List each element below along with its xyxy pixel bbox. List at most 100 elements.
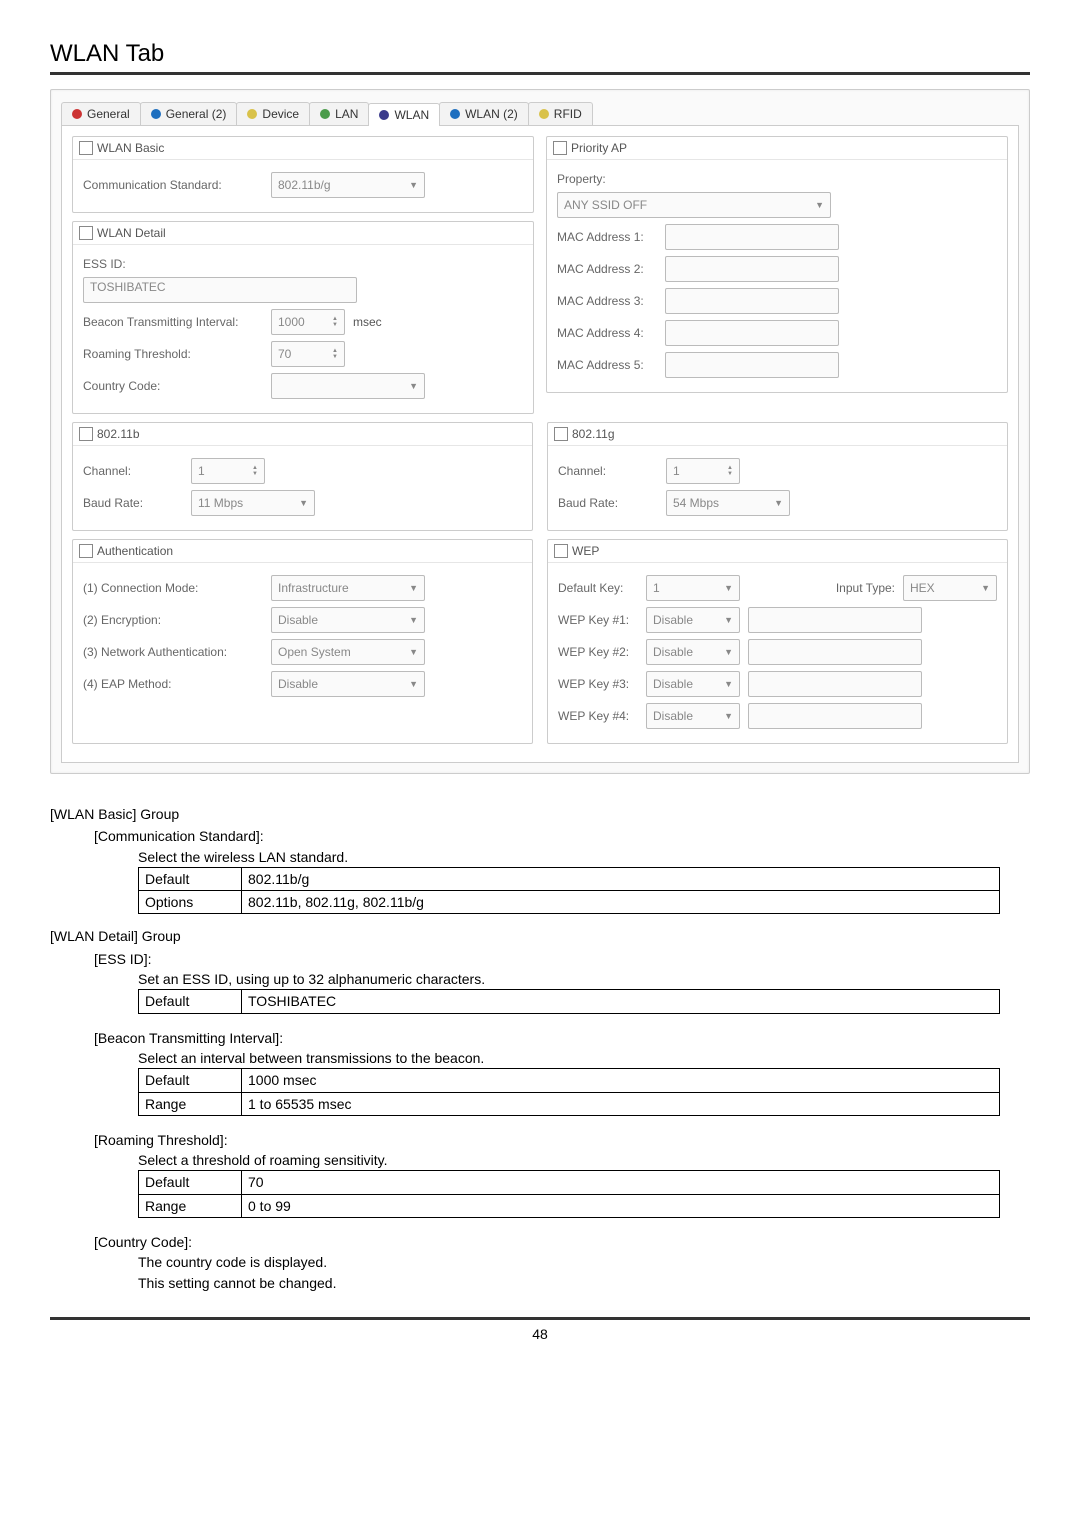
comm-standard-select[interactable]: 802.11b/g ▼ [271, 172, 425, 198]
wep-key3-input[interactable] [748, 671, 922, 697]
spinner-value: 70 [278, 347, 291, 361]
b-channel-spinner[interactable]: 1 ▲▼ [191, 458, 265, 484]
input-type-select[interactable]: HEX ▼ [903, 575, 997, 601]
wep-key1-input[interactable] [748, 607, 922, 633]
select-value: HEX [910, 581, 935, 595]
select-value: 802.11b/g [278, 178, 331, 192]
tab-general[interactable]: General [61, 102, 141, 125]
beacon-spinner[interactable]: 1000 ▲▼ [271, 309, 345, 335]
encryption-label: (2) Encryption: [83, 613, 263, 627]
group-header-label: 802.11g [572, 427, 615, 441]
table-cell-label: Default [139, 990, 242, 1013]
tab-device[interactable]: Device [236, 102, 310, 125]
b-baud-select[interactable]: 11 Mbps ▼ [191, 490, 315, 516]
caret-icon: ▼ [409, 583, 418, 593]
wep-key2-label: WEP Key #2: [558, 645, 638, 659]
spinner-buttons-icon: ▲▼ [252, 465, 258, 477]
wep-key3-select[interactable]: Disable ▼ [646, 671, 740, 697]
mac5-input[interactable] [665, 352, 839, 378]
net-auth-select[interactable]: Open System ▼ [271, 639, 425, 665]
mac4-label: MAC Address 4: [557, 326, 657, 340]
table-cell-value: 1000 msec [242, 1069, 1000, 1092]
input-value: TOSHIBATEC [90, 280, 166, 294]
checkbox-priority-ap[interactable] [553, 141, 567, 155]
dot-icon [450, 109, 460, 119]
dot-icon [151, 109, 161, 119]
tab-label: RFID [554, 107, 582, 121]
tab-wlan[interactable]: WLAN [368, 103, 440, 126]
wep-key1-select[interactable]: Disable ▼ [646, 607, 740, 633]
page-footer: 48 [50, 1317, 1030, 1342]
mac2-input[interactable] [665, 256, 839, 282]
dot-icon [320, 109, 330, 119]
beacon-unit: msec [353, 315, 382, 329]
caret-icon: ▼ [409, 679, 418, 689]
checkbox-802-11g[interactable] [554, 427, 568, 441]
spinner-buttons-icon: ▲▼ [332, 348, 338, 360]
roaming-heading: [Roaming Threshold]: [94, 1130, 1030, 1150]
wep-key2-input[interactable] [748, 639, 922, 665]
tab-lan[interactable]: LAN [309, 102, 369, 125]
checkbox-wlan-detail[interactable] [79, 226, 93, 240]
dot-icon [72, 109, 82, 119]
input-type-label: Input Type: [836, 581, 895, 595]
wep-key4-select[interactable]: Disable ▼ [646, 703, 740, 729]
mac5-label: MAC Address 5: [557, 358, 657, 372]
roaming-spinner[interactable]: 70 ▲▼ [271, 341, 345, 367]
table-cell-value: 802.11b/g [242, 867, 1000, 890]
tab-wlan2[interactable]: WLAN (2) [439, 102, 529, 125]
spinner-buttons-icon: ▲▼ [727, 465, 733, 477]
caret-icon: ▼ [724, 711, 733, 721]
g-channel-spinner[interactable]: 1 ▲▼ [666, 458, 740, 484]
country-label: Country Code: [83, 379, 263, 393]
tab-general2[interactable]: General (2) [140, 102, 238, 125]
ess-id-input[interactable]: TOSHIBATEC [83, 277, 357, 303]
caret-icon: ▼ [981, 583, 990, 593]
page-number: 48 [532, 1326, 548, 1342]
mac3-input[interactable] [665, 288, 839, 314]
group-wlan-detail: WLAN Detail ESS ID: TOSHIBATEC [72, 221, 534, 414]
wep-key4-input[interactable] [748, 703, 922, 729]
caret-icon: ▼ [724, 647, 733, 657]
g-baud-select[interactable]: 54 Mbps ▼ [666, 490, 790, 516]
select-value: Disable [653, 645, 693, 659]
g-channel-label: Channel: [558, 464, 658, 478]
checkbox-wep[interactable] [554, 544, 568, 558]
select-value: Infrastructure [278, 581, 349, 595]
caret-icon: ▼ [774, 498, 783, 508]
wep-key2-select[interactable]: Disable ▼ [646, 639, 740, 665]
checkbox-wlan-basic[interactable] [79, 141, 93, 155]
country-select[interactable]: ▼ [271, 373, 425, 399]
property-select[interactable]: ANY SSID OFF ▼ [557, 192, 831, 218]
table-row: Default TOSHIBATEC [139, 990, 1000, 1013]
mac4-input[interactable] [665, 320, 839, 346]
encryption-select[interactable]: Disable ▼ [271, 607, 425, 633]
dot-icon [539, 109, 549, 119]
ess-id-desc: Set an ESS ID, using up to 32 alphanumer… [138, 969, 1030, 989]
mac1-input[interactable] [665, 224, 839, 250]
table-cell-value: 70 [242, 1171, 1000, 1194]
table-row: Options 802.11b, 802.11g, 802.11b/g [139, 891, 1000, 914]
tab-rfid[interactable]: RFID [528, 102, 593, 125]
default-key-select[interactable]: 1 ▼ [646, 575, 740, 601]
spinner-value: 1 [673, 464, 680, 478]
table-cell-value: TOSHIBATEC [242, 990, 1000, 1013]
spinner-buttons-icon: ▲▼ [332, 316, 338, 328]
select-value: Open System [278, 645, 351, 659]
group-priority-ap: Priority AP Property: ANY SSID OFF ▼ [546, 136, 1008, 393]
conn-mode-select[interactable]: Infrastructure ▼ [271, 575, 425, 601]
conn-mode-label: (1) Connection Mode: [83, 581, 263, 595]
table-cell-label: Range [139, 1092, 242, 1115]
wep-key4-label: WEP Key #4: [558, 709, 638, 723]
checkbox-802-11b[interactable] [79, 427, 93, 441]
group-header-label: WLAN Basic [97, 141, 164, 155]
table-row: Default 802.11b/g [139, 867, 1000, 890]
select-value: ANY SSID OFF [564, 198, 647, 212]
table-cell-label: Default [139, 1171, 242, 1194]
group-header-label: Authentication [97, 544, 173, 558]
checkbox-authentication[interactable] [79, 544, 93, 558]
table-cell-label: Options [139, 891, 242, 914]
eap-method-select[interactable]: Disable ▼ [271, 671, 425, 697]
tab-label: WLAN [394, 108, 429, 122]
group-authentication: Authentication (1) Connection Mode: Infr… [72, 539, 533, 744]
